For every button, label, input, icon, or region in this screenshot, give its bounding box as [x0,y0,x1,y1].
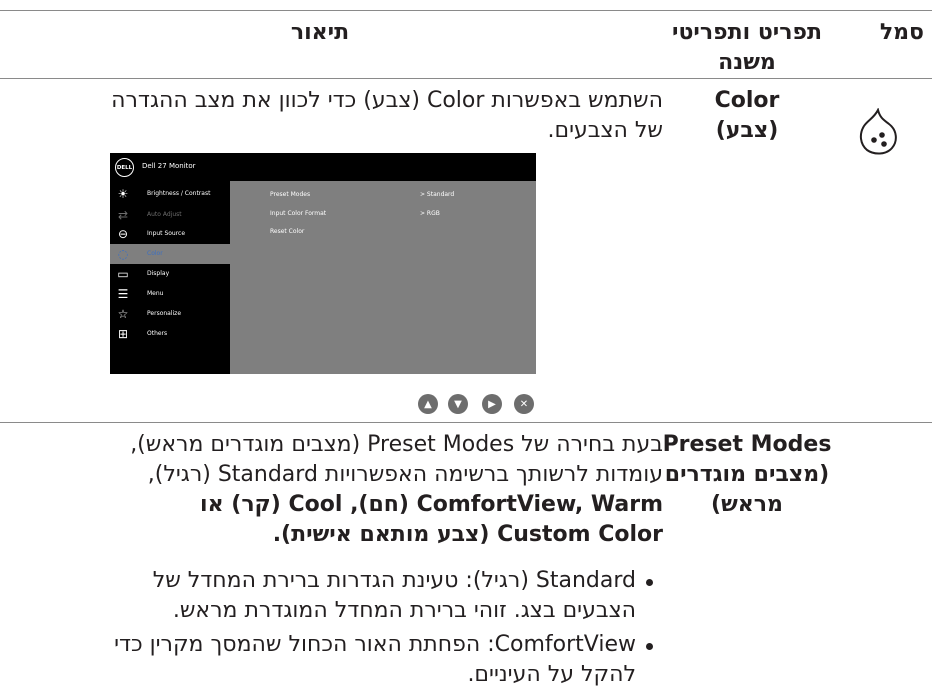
color-feature-label: Color (צבע) [692,86,802,146]
bullet-standard-line1: Standard (רגיל): טעינת הגדרות ברירת המחד… [152,568,636,593]
osd-item-label: Personalize [147,310,182,317]
menu-icon: ☰ [117,287,129,301]
preset-feature-label: Preset Modes (מצבים מוגדרים מראש) [662,430,832,520]
osd-right-panel [230,153,536,374]
osd-item-color[interactable]: ◌ Color [110,244,230,264]
preset-desc-line4: Custom Color (צבע מותאם אישית). [272,522,663,547]
osd-item-menu[interactable]: ☰ Menu [110,284,230,304]
preset-desc-line1: בעת בחירה של Preset Modes (מצבים מוגדרים… [130,432,663,457]
input-source-icon: ⊖ [117,227,129,241]
color-palette-icon [858,107,900,156]
header-feature: תפריט ותפריטי משנה [672,18,822,78]
osd-sub-preset-value: > Standard [420,191,455,198]
preset-feature-line1: Preset Modes [662,432,832,457]
up-icon[interactable]: ▲ [418,394,438,414]
osd-item-label: Auto Adjust [147,211,182,218]
color-desc-line2: של הצבעים. [547,118,663,143]
bullet-standard: Standard (רגיל): טעינת הגדרות ברירת המחד… [40,566,636,626]
osd-item-brightness[interactable]: ☀ Brightness / Contrast [110,184,230,204]
preset-description: בעת בחירה של Preset Modes (מצבים מוגדרים… [20,430,663,550]
bullet-standard-line2: הצבעים בצג. זוהי ברירת המחדל המוגדרת מרא… [172,598,636,623]
osd-item-label: Display [147,270,170,277]
osd-item-label: Input Source [147,230,186,237]
others-icon: ⊞ [117,327,129,341]
osd-item-personalize[interactable]: ☆ Personalize [110,304,230,324]
osd-menu-image: DELL Dell 27 Monitor ☀ Brightness / Cont… [110,153,536,374]
color-desc-line1: השתמש באפשרות Color (צבע) כדי לכוון את מ… [111,88,663,113]
down-icon[interactable]: ▼ [448,394,468,414]
osd-item-input-source[interactable]: ⊖ Input Source [110,224,230,244]
color-icon: ◌ [117,247,129,261]
color-feature-line2: (צבע) [715,118,779,143]
preset-desc-line2: עומדות לרשותך ברשימה האפשרויות Standard … [147,462,663,487]
header-symbol: סמל [879,20,924,45]
dell-logo: DELL [115,158,134,177]
osd-sub-preset-modes[interactable]: Preset Modes [270,191,310,198]
brightness-icon: ☀ [117,187,129,201]
bullet-comfortview-line2: להקל על העיניים. [467,662,636,687]
osd-title-bar [230,153,536,181]
bullet-comfortview: ComfortView: הפחתת האור הכחול שהמסך מקרי… [20,630,636,690]
osd-item-label: Others [147,330,168,337]
auto-adjust-icon: ⇄ [117,208,129,222]
top-rule [0,10,932,11]
osd-item-others[interactable]: ⊞ Others [110,324,230,344]
header-feature-line2: משנה [718,50,776,75]
right-icon[interactable]: ▶ [482,394,502,414]
color-description: השתמש באפשרות Color (צבע) כדי לכוון את מ… [20,86,663,146]
osd-item-label: Color [147,250,163,257]
close-icon[interactable]: ✕ [514,394,534,414]
display-icon: ▭ [117,267,129,281]
bullet-dot [646,579,653,586]
row-rule [0,422,932,423]
header-rule [0,78,932,79]
color-feature-line1: Color [714,88,780,113]
header-feature-line1: תפריט ותפריטי [671,20,822,45]
bullet-dot [646,643,653,650]
osd-monitor-title: Dell 27 Monitor [142,162,196,170]
osd-item-label: Brightness / Contrast [147,190,211,197]
osd-item-label: Menu [147,290,164,297]
osd-sub-input-color-value: > RGB [420,210,440,217]
preset-feature-line2: (מצבים מוגדרים [664,462,830,487]
osd-item-display[interactable]: ▭ Display [110,264,230,284]
osd-sub-reset-color[interactable]: Reset Color [270,228,304,235]
bullet-comfortview-line1: ComfortView: הפחתת האור הכחול שהמסך מקרי… [114,632,636,657]
osd-sub-input-color-format[interactable]: Input Color Format [270,210,326,217]
osd-item-auto-adjust[interactable]: ⇄ Auto Adjust [110,205,230,225]
preset-desc-line3: ComfortView, Warm (חם), Cool (קר) או [200,492,663,517]
star-icon: ☆ [117,307,129,321]
preset-feature-line3: מראש) [711,492,783,517]
header-description: תיאור [290,20,350,45]
